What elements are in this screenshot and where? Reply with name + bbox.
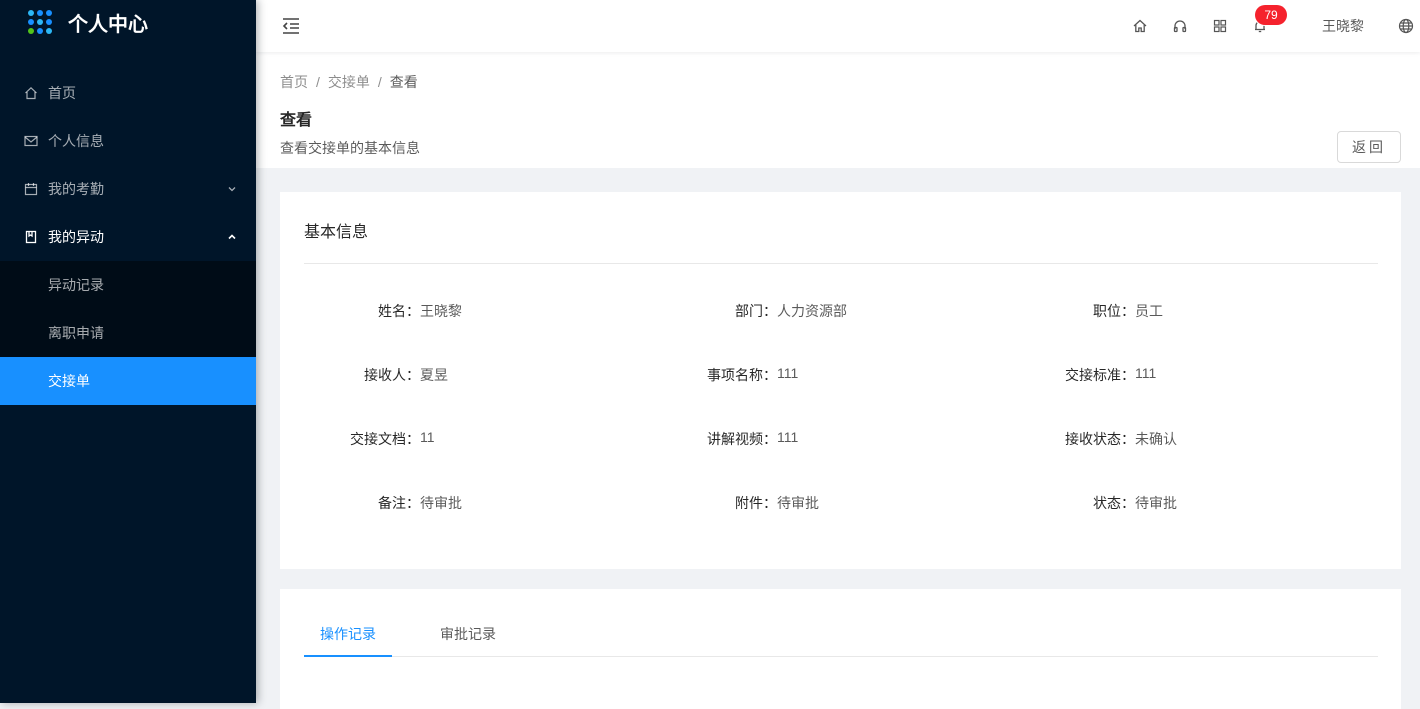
- top-header: 79 王晓黎: [256, 0, 1420, 52]
- field-label: 职位：: [1093, 303, 1135, 319]
- sidebar: 个人中心 首页 个人信息 我的考勤 我的异动 异动记录 离职申请 交接单: [0, 0, 256, 703]
- home-icon[interactable]: [1132, 18, 1148, 34]
- field-remark: 备注： 待审批: [280, 493, 462, 513]
- tab-approval-records[interactable]: 审批记录: [440, 624, 496, 657]
- field-value: 夏昱: [420, 367, 448, 383]
- mail-icon: [24, 134, 38, 148]
- field-value: 未确认: [1135, 431, 1177, 447]
- field-position: 职位： 员工: [995, 301, 1163, 321]
- field-label: 状态：: [1093, 495, 1135, 511]
- user-name[interactable]: 王晓黎: [1322, 16, 1364, 36]
- sidebar-item-label: 我的异动: [48, 229, 104, 245]
- apps-icon[interactable]: [1212, 18, 1228, 34]
- field-receive-status: 接收状态： 未确认: [995, 429, 1177, 449]
- field-receiver: 接收人： 夏昱: [280, 365, 448, 385]
- field-label: 部门：: [735, 303, 777, 319]
- breadcrumb-separator: /: [316, 74, 320, 90]
- calendar-icon: [24, 182, 38, 196]
- sidebar-item-label: 我的考勤: [48, 181, 104, 197]
- sidebar-item-label: 离职申请: [48, 325, 104, 341]
- sidebar-item-label: 个人信息: [48, 133, 104, 149]
- field-handover-standard: 交接标准： 111: [995, 365, 1156, 385]
- tab-operation-records[interactable]: 操作记录: [320, 624, 376, 657]
- breadcrumb-home[interactable]: 首页: [280, 72, 308, 92]
- sidebar-item-changes[interactable]: 我的异动: [0, 213, 256, 261]
- sidebar-menu: 首页 个人信息 我的考勤 我的异动 异动记录 离职申请 交接单: [0, 69, 256, 405]
- sidebar-item-label: 首页: [48, 85, 76, 101]
- card-title: 基本信息: [304, 224, 369, 241]
- field-label: 备注：: [378, 495, 420, 511]
- header-actions: 79 王晓黎: [1120, 0, 1420, 52]
- field-value: 人力资源部: [777, 303, 847, 319]
- sidebar-item-handover[interactable]: 交接单: [0, 357, 256, 405]
- back-button[interactable]: 返回: [1337, 131, 1401, 163]
- notification-badge: 79: [1255, 5, 1287, 25]
- chevron-down-icon: [228, 187, 236, 192]
- field-label: 接收状态：: [1065, 431, 1135, 447]
- field-label: 姓名：: [378, 303, 420, 319]
- field-value: 待审批: [1135, 495, 1177, 511]
- menu-fold-icon[interactable]: [280, 15, 302, 37]
- sidebar-item-label: 交接单: [48, 373, 90, 389]
- breadcrumb-current: 查看: [389, 74, 418, 90]
- breadcrumb-separator: /: [377, 74, 382, 90]
- app-title: 个人中心: [68, 13, 148, 36]
- field-name: 姓名： 王晓黎: [280, 301, 462, 321]
- tab-bar: 操作记录 审批记录: [304, 624, 1378, 657]
- records-card: 操作记录 审批记录: [280, 589, 1401, 709]
- field-label: 事项名称：: [707, 367, 777, 383]
- field-label: 接收人：: [364, 367, 420, 383]
- page-title: 查看: [280, 112, 313, 129]
- breadcrumb: 首页 / 交接单 / 查看: [280, 72, 1396, 92]
- divider: [304, 263, 1378, 264]
- sidebar-item-home[interactable]: 首页: [0, 69, 256, 117]
- logo[interactable]: 个人中心: [0, 0, 256, 44]
- field-explain-video: 讲解视频： 111: [637, 429, 798, 449]
- page-header: 首页 / 交接单 / 查看 查看 查看交接单的基本信息 返回: [256, 52, 1420, 168]
- field-value: 待审批: [420, 495, 462, 511]
- sidebar-item-label: 异动记录: [48, 277, 104, 293]
- chevron-up-icon: [228, 234, 236, 240]
- field-handover-document: 交接文档： 11: [280, 429, 435, 449]
- field-value: 11: [420, 429, 435, 445]
- sidebar-item-profile[interactable]: 个人信息: [0, 117, 256, 165]
- globe-icon[interactable]: [1398, 18, 1414, 34]
- field-label: 交接标准：: [1065, 367, 1135, 383]
- submenu-changes: 异动记录 离职申请 交接单: [0, 261, 256, 405]
- headset-icon[interactable]: [1172, 18, 1188, 34]
- app-grid-logo-icon: [28, 10, 52, 34]
- field-value: 111: [1135, 365, 1157, 381]
- field-label: 附件：: [735, 495, 777, 511]
- field-value: 待审批: [777, 495, 819, 511]
- breadcrumb-handover[interactable]: 交接单: [328, 72, 370, 92]
- basic-info-card: 基本信息 姓名： 王晓黎 部门： 人力资源部 职位： 员工 接收人： 夏昱 事项…: [280, 192, 1401, 569]
- field-attachment: 附件： 待审批: [637, 493, 819, 513]
- field-item-name: 事项名称： 111: [637, 365, 798, 385]
- tab-ink-bar: [304, 655, 392, 657]
- sidebar-item-resignation[interactable]: 离职申请: [0, 309, 256, 357]
- field-value: 员工: [1135, 303, 1163, 319]
- field-value: 王晓黎: [420, 303, 462, 319]
- field-value: 111: [777, 365, 799, 381]
- field-value: 111: [777, 429, 799, 445]
- sidebar-item-change-records[interactable]: 异动记录: [0, 261, 256, 309]
- field-label: 交接文档：: [350, 431, 420, 447]
- bell-icon[interactable]: 79: [1252, 5, 1287, 34]
- field-department: 部门： 人力资源部: [637, 301, 847, 321]
- home-icon: [24, 86, 38, 100]
- book-icon: [24, 230, 38, 244]
- field-status: 状态： 待审批: [995, 493, 1177, 513]
- sidebar-item-attendance[interactable]: 我的考勤: [0, 165, 256, 213]
- page-description: 查看交接单的基本信息: [280, 140, 420, 156]
- field-label: 讲解视频：: [707, 431, 777, 447]
